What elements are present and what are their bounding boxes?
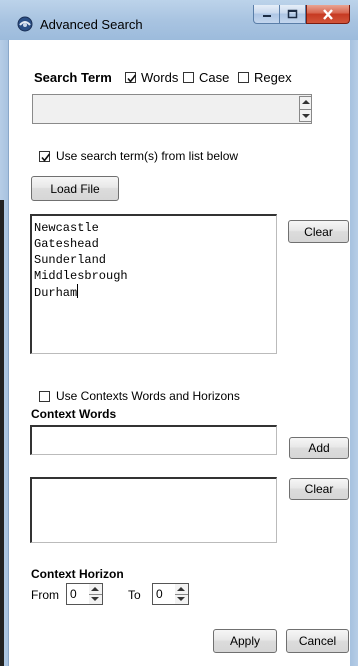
use-term-list-label: Use search term(s) from list below bbox=[56, 149, 239, 163]
load-file-button[interactable]: Load File bbox=[31, 176, 119, 201]
from-value: 0 bbox=[70, 587, 77, 601]
spinner-down-icon bbox=[177, 597, 185, 601]
app-icon bbox=[17, 16, 33, 32]
dialog-content: Search Term Words Case Regex Use search … bbox=[9, 40, 350, 666]
text-cursor bbox=[77, 284, 79, 298]
maximize-button[interactable] bbox=[280, 5, 306, 24]
background-window-edge bbox=[0, 200, 4, 666]
use-context-checkbox[interactable] bbox=[39, 391, 50, 402]
list-item[interactable]: Newcastle bbox=[34, 220, 128, 236]
regex-label: Regex bbox=[254, 70, 292, 85]
spinner-down-icon bbox=[91, 597, 99, 601]
term-list: Newcastle Gateshead Sunderland Middlesbr… bbox=[34, 220, 128, 301]
close-button[interactable] bbox=[306, 5, 350, 24]
words-checkbox[interactable] bbox=[125, 72, 137, 83]
search-term-input[interactable] bbox=[32, 94, 312, 124]
minimize-icon bbox=[262, 15, 271, 17]
to-label: To bbox=[128, 588, 141, 602]
spinner-divider bbox=[175, 594, 188, 595]
cancel-button[interactable]: Cancel bbox=[286, 629, 349, 653]
title-bar[interactable]: Advanced Search bbox=[0, 0, 358, 40]
spinner-up-icon bbox=[91, 587, 99, 591]
close-icon bbox=[323, 8, 333, 20]
from-spinner[interactable] bbox=[89, 584, 102, 604]
context-word-input[interactable] bbox=[30, 425, 277, 455]
spinner-up-icon bbox=[177, 587, 185, 591]
regex-checkbox[interactable] bbox=[238, 72, 249, 83]
case-label: Case bbox=[199, 70, 230, 85]
maximize-icon bbox=[287, 9, 298, 19]
term-list-box[interactable]: Newcastle Gateshead Sunderland Middlesbr… bbox=[30, 214, 277, 354]
add-context-word-button[interactable]: Add bbox=[289, 437, 349, 459]
list-item[interactable]: Sunderland bbox=[34, 252, 128, 268]
use-term-list-checkbox[interactable] bbox=[39, 151, 51, 162]
to-spinner[interactable] bbox=[175, 584, 188, 604]
words-label: Words bbox=[141, 70, 179, 85]
clear-term-list-button[interactable]: Clear bbox=[288, 220, 349, 243]
list-item-text: Durham bbox=[34, 286, 78, 300]
case-checkbox[interactable] bbox=[183, 72, 194, 83]
window-frame-right bbox=[350, 40, 358, 666]
spinner-divider bbox=[89, 594, 102, 595]
list-item[interactable]: Durham bbox=[34, 284, 128, 301]
spinner-divider bbox=[300, 109, 311, 110]
clear-context-words-button[interactable]: Clear bbox=[289, 478, 349, 500]
to-value: 0 bbox=[156, 587, 163, 601]
list-item[interactable]: Middlesbrough bbox=[34, 268, 128, 284]
minimize-button[interactable] bbox=[253, 5, 280, 24]
search-term-spinner[interactable] bbox=[299, 96, 312, 122]
checkmark-icon bbox=[127, 74, 137, 83]
context-horizon-heading: Context Horizon bbox=[31, 567, 124, 581]
window-title: Advanced Search bbox=[40, 17, 143, 32]
caption-buttons bbox=[253, 5, 350, 25]
checkmark-icon bbox=[41, 153, 51, 162]
context-words-list[interactable] bbox=[30, 477, 277, 543]
search-term-label: Search Term bbox=[34, 70, 112, 85]
from-label: From bbox=[31, 588, 59, 602]
spinner-down-icon bbox=[302, 114, 310, 118]
context-words-heading: Context Words bbox=[31, 407, 117, 421]
use-context-label: Use Contexts Words and Horizons bbox=[56, 389, 240, 403]
apply-button[interactable]: Apply bbox=[213, 629, 277, 653]
list-item[interactable]: Gateshead bbox=[34, 236, 128, 252]
spinner-up-icon bbox=[302, 100, 310, 104]
